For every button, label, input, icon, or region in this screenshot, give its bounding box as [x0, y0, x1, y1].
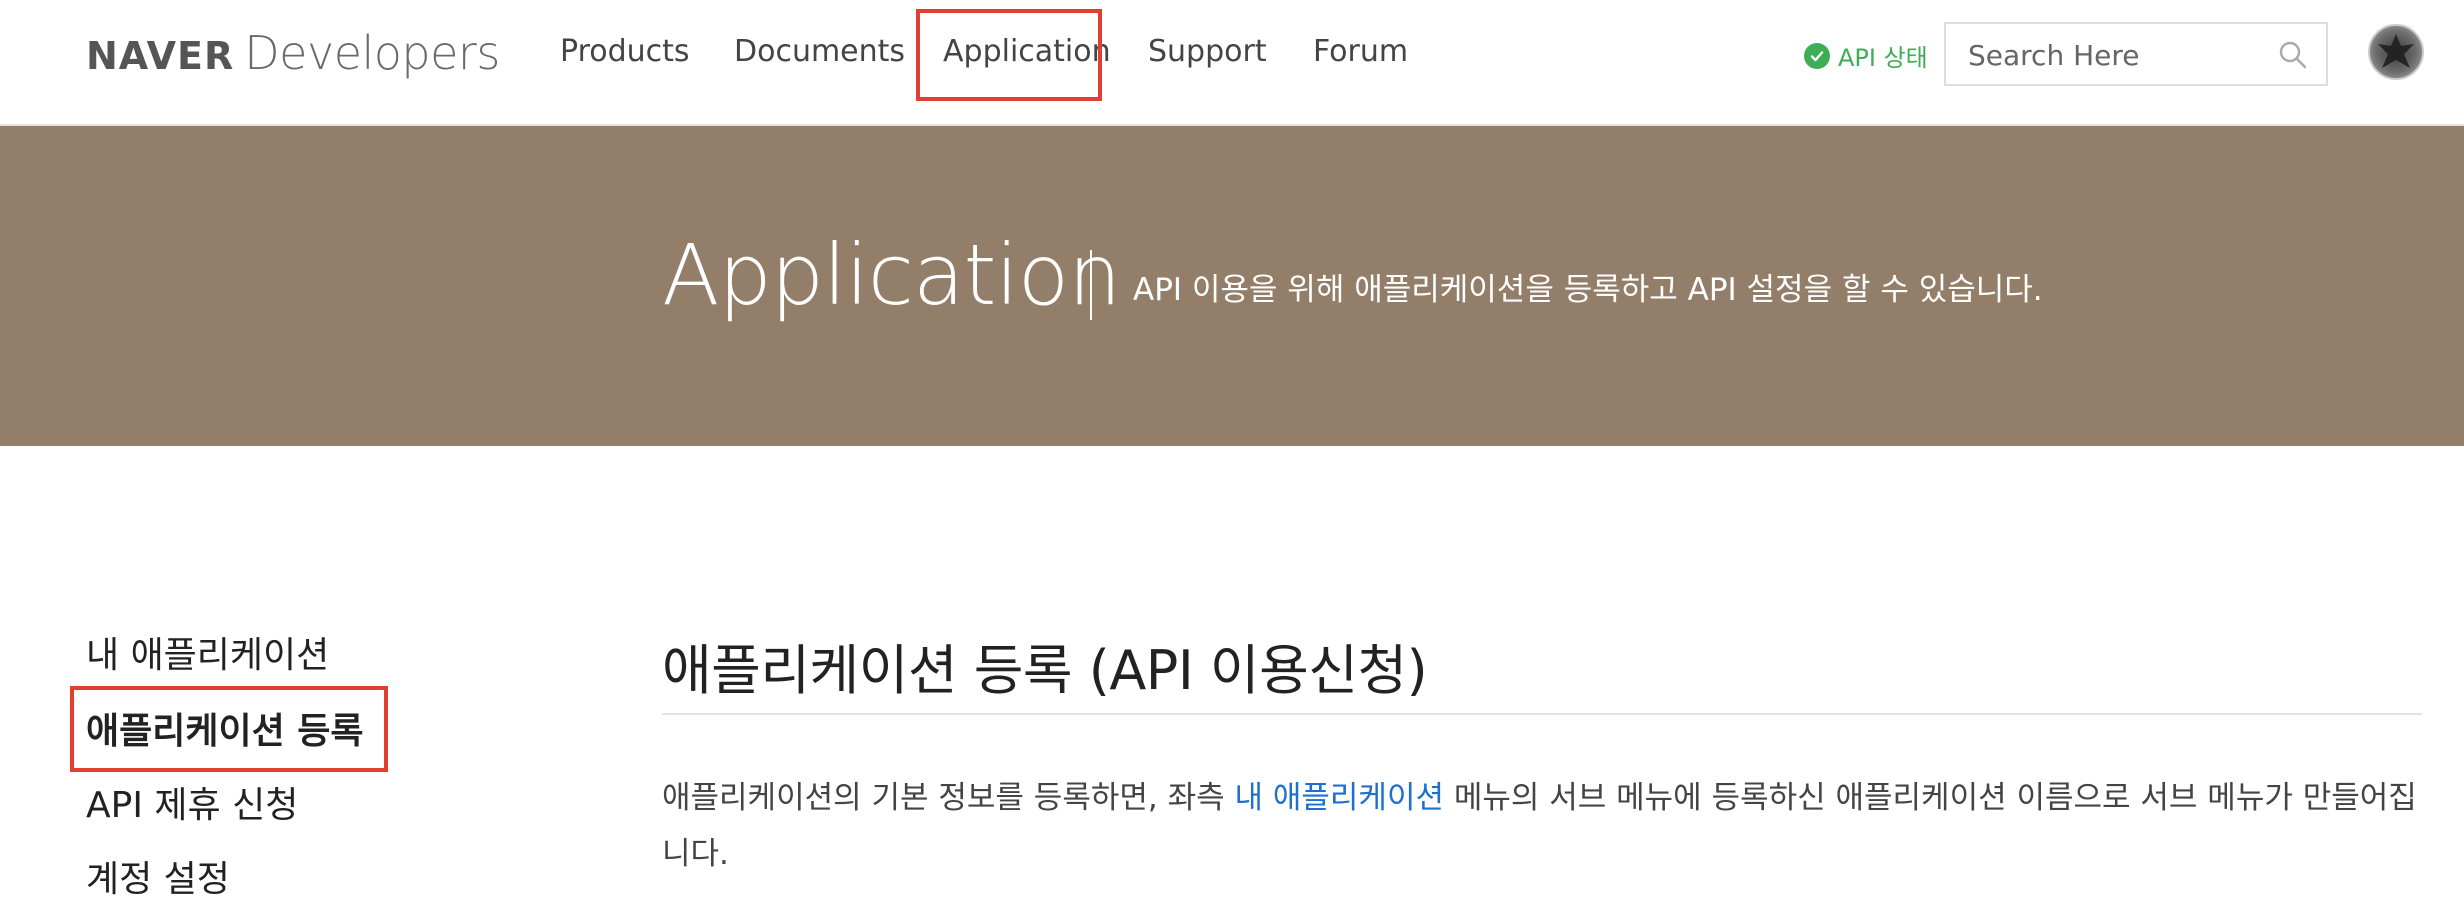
page-title: 애플리케이션 등록 (API 이용신청)	[662, 639, 1428, 702]
nav-forum[interactable]: Forum	[1313, 34, 1408, 69]
nav-products[interactable]: Products	[560, 34, 690, 69]
search-input[interactable]	[1966, 24, 2270, 86]
search-icon[interactable]	[2278, 40, 2308, 74]
sidebar-active-highlight	[70, 686, 388, 772]
user-avatar[interactable]	[2368, 24, 2424, 80]
logo-developers-text: Developers	[244, 26, 500, 80]
sidebar-item-my-applications[interactable]: 내 애플리케이션	[86, 626, 329, 678]
banner-divider	[1090, 250, 1092, 320]
sidebar-item-api-partnership[interactable]: API 제휴 신청	[86, 776, 298, 828]
naver-developers-logo[interactable]: NAVER Developers	[86, 26, 500, 82]
description-text-before: 애플리케이션의 기본 정보를 등록하면, 좌측	[662, 780, 1235, 816]
nav-documents[interactable]: Documents	[734, 34, 905, 69]
api-status-label: API 상태	[1838, 44, 1928, 72]
title-divider	[662, 713, 2422, 715]
banner-subtitle: API 이용을 위해 애플리케이션을 등록하고 API 설정을 할 수 있습니다…	[1133, 272, 2043, 308]
api-status-link[interactable]: API 상태	[1804, 38, 1928, 73]
top-header: NAVER Developers Products Documents Appl…	[0, 0, 2464, 126]
search-box	[1944, 22, 2328, 86]
banner-title: Application	[662, 226, 1121, 324]
nav-support[interactable]: Support	[1148, 34, 1267, 69]
sidebar-item-account-settings[interactable]: 계정 설정	[86, 850, 230, 902]
check-circle-icon	[1804, 42, 1830, 69]
logo-naver-text: NAVER	[86, 34, 235, 78]
page-banner: Application API 이용을 위해 애플리케이션을 등록하고 API …	[0, 126, 2464, 446]
page-description: 애플리케이션의 기본 정보를 등록하면, 좌측 내 애플리케이션 메뉴의 서브 …	[662, 770, 2422, 882]
my-applications-link[interactable]: 내 애플리케이션	[1234, 780, 1444, 816]
nav-application-highlight	[916, 9, 1102, 101]
